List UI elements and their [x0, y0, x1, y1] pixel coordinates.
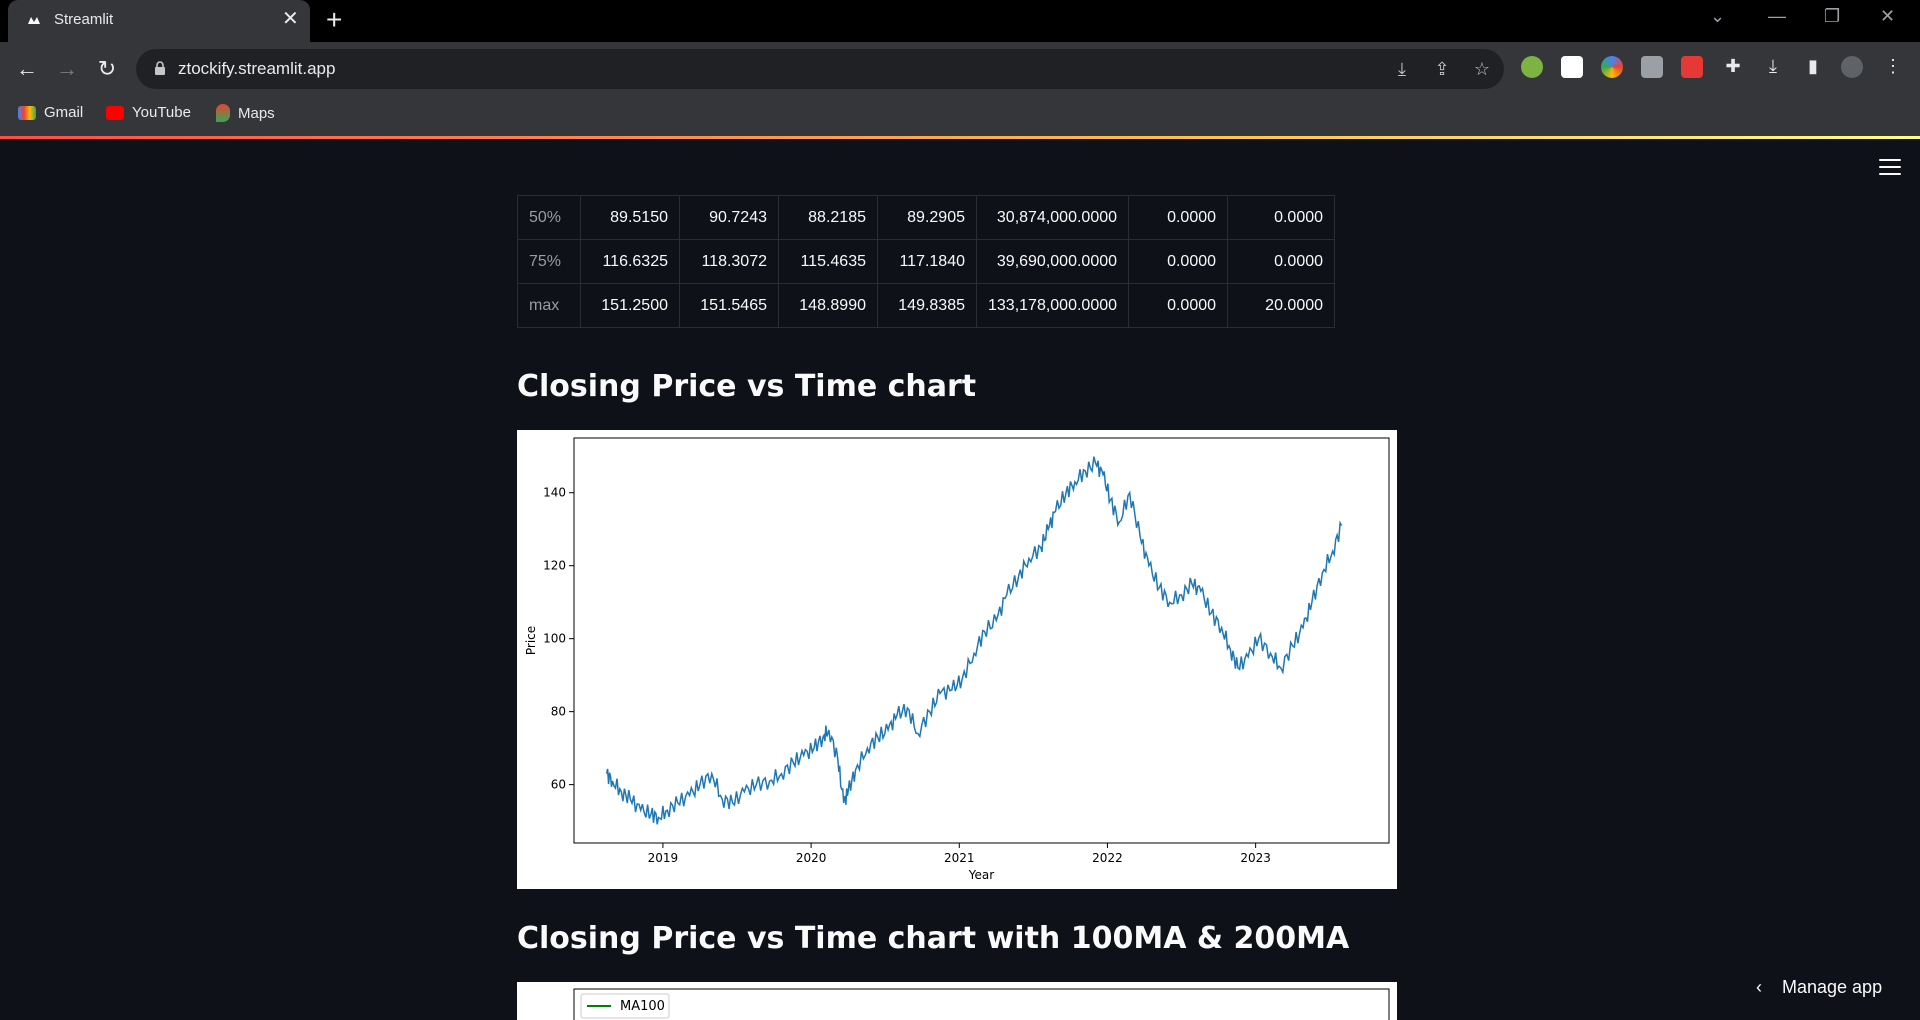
maps-pin-icon	[216, 104, 230, 122]
close-window-icon[interactable]: ✕	[1880, 6, 1895, 27]
url-text: ztockify.streamlit.app	[178, 59, 336, 78]
manage-app-button[interactable]: ‹ Manage app	[1756, 977, 1882, 998]
table-cell: 148.8990	[778, 283, 878, 328]
bookmarks-bar: Gmail YouTube Maps	[0, 96, 1920, 136]
y-tick-label: 140	[543, 486, 566, 500]
x-tick-label: 2020	[796, 851, 827, 865]
extension-green-icon[interactable]	[1521, 56, 1543, 78]
x-tick-label: 2019	[648, 851, 679, 865]
y-axis-label: Price	[524, 626, 538, 655]
tab-strip: Streamlit ✕ + ⌄ — ❐ ✕	[0, 0, 1920, 42]
table-cell: 116.6325	[580, 239, 680, 284]
table-cell: 149.8385	[877, 283, 977, 328]
extension-chart-icon[interactable]	[1641, 56, 1663, 78]
bookmark-maps[interactable]: Maps	[216, 104, 275, 122]
streamlit-favicon-icon	[28, 17, 40, 24]
forward-icon[interactable]: →	[52, 54, 82, 84]
youtube-icon	[106, 105, 124, 120]
table-cell: 118.3072	[679, 239, 779, 284]
table-cell: 89.5150	[580, 195, 680, 240]
y-tick-label: 60	[551, 778, 566, 792]
table-cell: 0.0000	[1227, 195, 1336, 240]
table-row: 75% 116.6325 118.3072 115.4635 117.1840 39,69…	[517, 239, 1336, 284]
table-cell: 30,874,000.0000	[975, 195, 1130, 240]
y-tick-label: 100	[543, 632, 566, 646]
main-menu-icon[interactable]	[1879, 159, 1901, 180]
bookmark-label: Gmail	[44, 104, 84, 121]
menu-kebab-icon[interactable]: ⋮	[1881, 56, 1905, 77]
closing-price-line	[605, 456, 1343, 825]
manage-app-label: Manage app	[1782, 977, 1883, 997]
x-tick-label: 2021	[944, 851, 975, 865]
back-icon[interactable]: ←	[12, 54, 42, 84]
minimize-icon[interactable]: —	[1768, 6, 1786, 27]
y-tick-label: 80	[551, 705, 566, 719]
address-bar[interactable]: ztockify.streamlit.app ⤓ ⇪ ☆	[136, 49, 1504, 89]
table-cell: 133,178,000.0000	[975, 283, 1130, 328]
downloads-icon[interactable]: ⤓	[1761, 56, 1785, 77]
bookmark-label: Maps	[238, 104, 275, 122]
row-index: max	[517, 283, 581, 328]
install-app-icon[interactable]: ⤓	[1390, 59, 1414, 80]
tab-title: Streamlit	[54, 11, 114, 28]
x-tick-label: 2023	[1240, 851, 1271, 865]
describe-table: 50% 89.5150 90.7243 88.2185 89.2905 30,874,00…	[517, 195, 1336, 328]
x-tick-label: 2022	[1092, 851, 1123, 865]
browser-toolbar: ← → ↻ ztockify.streamlit.app ⤓ ⇪ ☆ ✚ ⤓ ▮…	[0, 42, 1920, 96]
table-cell: 88.2185	[778, 195, 878, 240]
table-cell: 89.2905	[877, 195, 977, 240]
new-tab-icon[interactable]: +	[326, 6, 342, 34]
extension-color-icon[interactable]	[1601, 56, 1623, 78]
gmail-icon	[18, 105, 36, 120]
table-cell: 117.1840	[877, 239, 977, 284]
bookmark-label: YouTube	[132, 104, 191, 121]
streamlit-app: 50% 89.5150 90.7243 88.2185 89.2905 30,874,00…	[0, 139, 1920, 1020]
ma-chart-frame	[573, 988, 1390, 1020]
profile-avatar[interactable]	[1841, 56, 1863, 78]
table-cell: 0.0000	[1128, 283, 1229, 328]
extension-red-icon[interactable]	[1681, 56, 1703, 78]
closing-price-chart: 2019 2020 2021 2022 2023 60 80 100 120 140 Year Pri…	[517, 430, 1397, 889]
chevron-left-icon: ‹	[1756, 977, 1762, 997]
reload-icon[interactable]: ↻	[92, 54, 122, 84]
table-cell: 0.0000	[1128, 239, 1229, 284]
lock-icon	[155, 61, 165, 75]
ma-chart: MA100	[517, 982, 1397, 1020]
table-cell: 39,690,000.0000	[975, 239, 1130, 284]
y-tick-label: 120	[543, 559, 566, 573]
browser-tab[interactable]: Streamlit ✕	[8, 0, 310, 42]
close-tab-icon[interactable]: ✕	[282, 9, 299, 29]
extensions-puzzle-icon[interactable]: ✚	[1721, 56, 1745, 77]
ma100-legend-label: MA100	[620, 999, 665, 1014]
bookmark-star-icon[interactable]: ☆	[1470, 59, 1494, 80]
table-cell: 115.4635	[778, 239, 878, 284]
side-panel-icon[interactable]: ▮	[1801, 56, 1825, 77]
share-icon[interactable]: ⇪	[1430, 59, 1454, 80]
ma-chart-heading: Closing Price vs Time chart with 100MA &…	[517, 921, 1350, 956]
tab-search-icon[interactable]: ⌄	[1710, 6, 1725, 27]
table-cell: 90.7243	[679, 195, 779, 240]
table-cell: 0.0000	[1128, 195, 1229, 240]
table-cell: 151.5465	[679, 283, 779, 328]
row-index: 50%	[517, 195, 581, 240]
table-cell: 151.2500	[580, 283, 680, 328]
table-row: max 151.2500 151.5465 148.8990 149.8385 133,1…	[517, 283, 1336, 328]
closing-price-heading: Closing Price vs Time chart	[517, 369, 977, 404]
row-index: 75%	[517, 239, 581, 284]
table-cell: 0.0000	[1227, 239, 1336, 284]
bookmark-youtube[interactable]: YouTube	[106, 104, 191, 121]
table-cell: 20.0000	[1227, 283, 1336, 328]
bookmark-gmail[interactable]: Gmail	[18, 104, 83, 121]
restore-icon[interactable]: ❐	[1824, 6, 1840, 27]
x-axis-label: Year	[968, 868, 994, 882]
extension-flag-icon[interactable]	[1561, 56, 1583, 78]
ma-chart-svg: MA100	[573, 988, 1390, 1020]
table-row: 50% 89.5150 90.7243 88.2185 89.2905 30,874,00…	[517, 195, 1336, 240]
closing-price-svg: 2019 2020 2021 2022 2023 60 80 100 120 140 Year Pri…	[524, 437, 1390, 882]
